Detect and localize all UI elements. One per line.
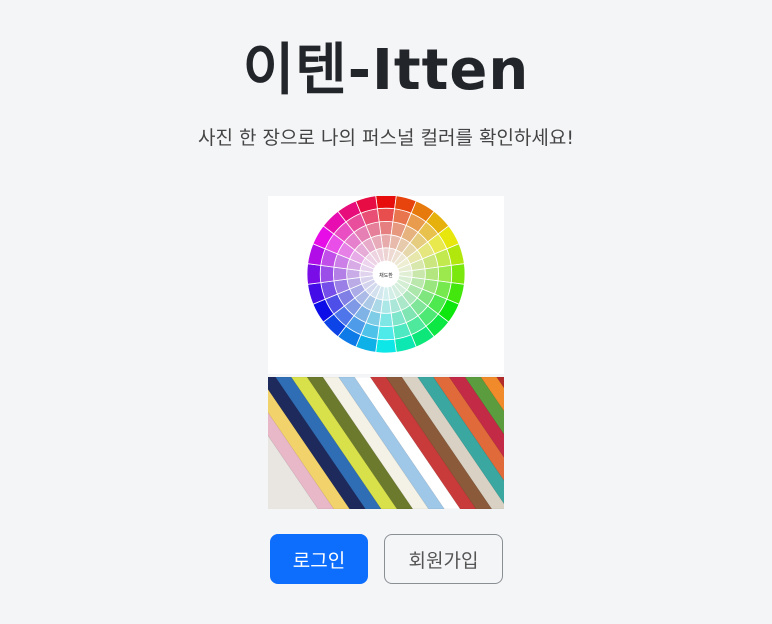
fabric-swatches-graphic: [268, 377, 504, 509]
fabric-swatches-image: [268, 377, 504, 509]
color-wheel-segment: [450, 263, 466, 285]
color-wheel-segment: [378, 312, 394, 327]
color-wheel-image: 채도환: [268, 196, 504, 374]
color-wheel-segment: [376, 325, 396, 341]
color-wheel-segment: [319, 264, 335, 284]
color-wheel-segment: [376, 207, 396, 223]
color-wheel-segment: [378, 221, 394, 236]
page-subtitle: 사진 한 장으로 나의 퍼스널 컬러를 확인하세요!: [198, 127, 574, 149]
color-wheel-segment: [437, 264, 453, 284]
signup-button[interactable]: 회원가입: [384, 534, 503, 584]
login-button[interactable]: 로그인: [270, 534, 368, 584]
color-wheel-segment: [306, 263, 322, 285]
color-wheel-segment: [333, 266, 348, 282]
page-title: 이텐-Itten: [242, 38, 530, 103]
color-wheel-segment: [375, 196, 397, 210]
color-wheel-segment: [424, 266, 439, 282]
color-wheel-segment: [375, 338, 397, 354]
color-wheel-graphic: 채도환: [306, 196, 466, 354]
color-wheel-center-label: 채도환: [379, 272, 393, 279]
